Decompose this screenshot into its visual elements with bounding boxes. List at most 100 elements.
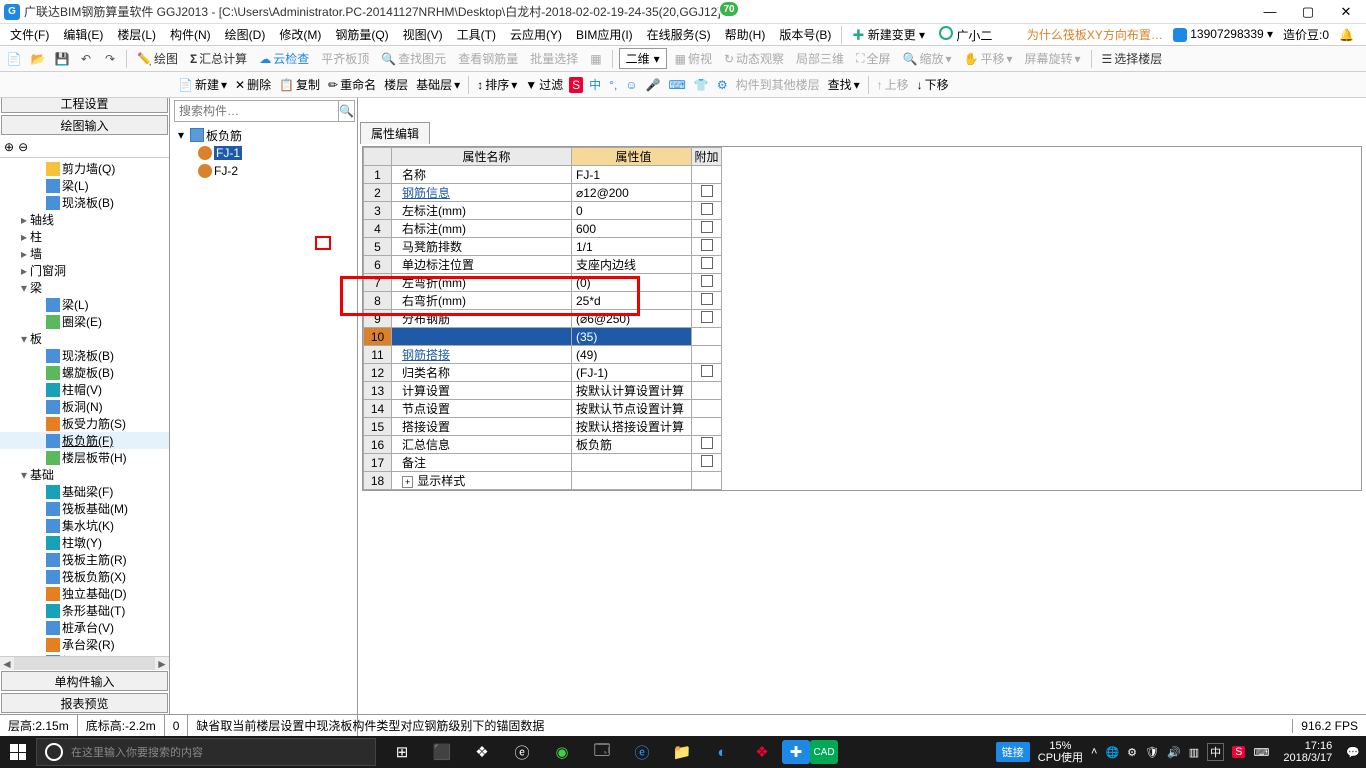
ime-smiley-icon[interactable]: ☺ xyxy=(623,78,639,92)
prop-value[interactable]: (35) xyxy=(572,328,692,346)
prop-add-checkbox[interactable] xyxy=(692,472,722,490)
prop-name[interactable]: 钢筋锚固 xyxy=(392,328,572,346)
view-rebar-button[interactable]: 查看钢筋量 xyxy=(454,48,522,69)
menu-rebar[interactable]: 钢筋量(Q) xyxy=(329,24,394,45)
tab-single-input[interactable]: 单构件输入 xyxy=(1,671,168,691)
tab-report-preview[interactable]: 报表预览 xyxy=(1,693,168,713)
app-icon-1[interactable]: ⬛ xyxy=(422,736,462,768)
prop-name[interactable]: 右标注(mm) xyxy=(392,220,572,238)
prop-row[interactable]: 15搭接设置按默认搭接设置计算 xyxy=(364,418,722,436)
expand-icon[interactable]: ▸ xyxy=(18,213,30,227)
app-icon-2[interactable]: ❖ xyxy=(462,736,502,768)
fullscreen-button[interactable]: ⛶全屏 xyxy=(852,48,894,69)
expand-all-icon[interactable]: ⊕ xyxy=(4,140,14,154)
menu-file[interactable]: 文件(F) xyxy=(4,24,55,45)
nav-tree-row[interactable]: 承台梁(R) xyxy=(0,636,169,653)
expand-icon[interactable]: ▸ xyxy=(18,247,30,261)
ime-keyboard-icon[interactable]: ⌨ xyxy=(667,78,688,92)
tray-icon-3[interactable]: 🛡 xyxy=(1145,746,1159,759)
prop-name[interactable]: 名称 xyxy=(392,166,572,184)
redo-icon[interactable]: ↷ xyxy=(100,49,120,69)
nav-tree-row[interactable]: 楼层板带(H) xyxy=(0,449,169,466)
orbit-button[interactable]: ↻动态观察 xyxy=(720,48,788,69)
open-icon[interactable]: 📂 xyxy=(28,49,48,69)
undo-icon[interactable]: ↶ xyxy=(76,49,96,69)
nav-tree-row[interactable]: 剪力墙(Q) xyxy=(0,160,169,177)
maximize-button[interactable]: ▢ xyxy=(1298,4,1318,20)
app-icon-7[interactable]: CAD xyxy=(810,740,838,764)
nav-tree-row[interactable]: 筏板基础(M) xyxy=(0,500,169,517)
extra-btn[interactable]: ▦ xyxy=(586,50,605,68)
ime-dot-icon[interactable]: °, xyxy=(607,78,619,92)
prop-add-checkbox[interactable] xyxy=(692,274,722,292)
nav-tree-row[interactable]: 条形基础(T) xyxy=(0,602,169,619)
find-button-r[interactable]: 查找 ▾ xyxy=(826,76,862,93)
local3d-button[interactable]: 局部三维 xyxy=(792,48,848,69)
prop-add-checkbox[interactable] xyxy=(692,364,722,382)
prop-value[interactable] xyxy=(572,454,692,472)
explorer-icon[interactable]: 📁 xyxy=(662,736,702,768)
tree-root-label[interactable]: 板负筋 xyxy=(206,127,242,144)
batch-select-button[interactable]: 批量选择 xyxy=(526,48,582,69)
menu-edit[interactable]: 编辑(E) xyxy=(57,24,109,45)
tray-up-icon[interactable]: ˄ xyxy=(1091,746,1097,758)
rotate-button[interactable]: 屏幕旋转 ▾ xyxy=(1020,48,1084,69)
tray-keyboard-icon[interactable]: ⌨ xyxy=(1253,746,1269,759)
guangxiaoer-button[interactable]: 广小二 xyxy=(933,24,998,46)
prop-row[interactable]: 16汇总信息板负筋 xyxy=(364,436,722,454)
zoom-button[interactable]: 🔍缩放 ▾ xyxy=(898,48,955,69)
menu-floor[interactable]: 楼层(L) xyxy=(111,24,162,45)
bell-icon[interactable]: 🔔 xyxy=(1339,28,1354,42)
taskbar-search[interactable]: 在这里输入你要搜索的内容 xyxy=(36,738,376,766)
prop-name[interactable]: 马凳筋排数 xyxy=(392,238,572,256)
tray-icon-5[interactable]: ▥ xyxy=(1189,746,1199,759)
tree-item-label[interactable]: FJ-2 xyxy=(214,164,238,178)
basic-floor-combo[interactable]: 基础层 ▾ xyxy=(414,76,462,93)
ime-mic-icon[interactable]: 🎤 xyxy=(644,78,663,92)
new-icon[interactable]: 📄 xyxy=(4,49,24,69)
nav-tree[interactable]: 剪力墙(Q)梁(L)现浇板(B)▸轴线▸柱▸墙▸门窗洞▾梁梁(L)圈梁(E)▾板… xyxy=(0,158,169,656)
prop-row[interactable]: 10钢筋锚固(35) xyxy=(364,328,722,346)
nav-tree-row[interactable]: 独立基础(D) xyxy=(0,585,169,602)
zhong-button[interactable]: 中 xyxy=(587,76,603,93)
pan-button[interactable]: ✋平移 ▾ xyxy=(959,48,1016,69)
minimize-button[interactable]: — xyxy=(1260,4,1280,20)
prop-row[interactable]: 5马凳筋排数1/1 xyxy=(364,238,722,256)
nav-tree-row[interactable]: 板受力筋(S) xyxy=(0,415,169,432)
search-button[interactable]: 🔍 xyxy=(338,101,354,121)
sigma-button[interactable]: Σ 汇总计算 xyxy=(186,48,251,69)
prop-row[interactable]: 11钢筋搭接(49) xyxy=(364,346,722,364)
prop-name[interactable]: 搭接设置 xyxy=(392,418,572,436)
prop-add-checkbox[interactable] xyxy=(692,256,722,274)
copy-button[interactable]: 📋复制 xyxy=(277,76,322,93)
prop-value[interactable]: 按默认计算设置计算 xyxy=(572,382,692,400)
prop-name[interactable]: 单边标注位置 xyxy=(392,256,572,274)
clock[interactable]: 17:16 2018/3/17 xyxy=(1277,740,1338,764)
component-tree[interactable]: ▾ 板负筋 FJ-1 FJ-2 xyxy=(172,124,357,736)
prop-value[interactable]: 600 xyxy=(572,220,692,238)
lianjie-badge[interactable]: 链接 xyxy=(996,742,1030,762)
nav-tree-row[interactable]: ▸轴线 xyxy=(0,211,169,228)
prop-value[interactable]: FJ-1 xyxy=(572,166,692,184)
prop-name[interactable]: 节点设置 xyxy=(392,400,572,418)
menu-help[interactable]: 帮助(H) xyxy=(719,24,772,45)
tray-volume-icon[interactable]: 🔊 xyxy=(1167,746,1181,759)
draw-button[interactable]: ✏️绘图 xyxy=(133,48,182,69)
prop-add-checkbox[interactable] xyxy=(692,238,722,256)
menu-modify[interactable]: 修改(M) xyxy=(273,24,327,45)
nav-tree-row[interactable]: 板负筋(F) xyxy=(0,432,169,449)
prop-row[interactable]: 2钢筋信息⌀12@200 xyxy=(364,184,722,202)
browser360-icon[interactable]: ◉ xyxy=(542,736,582,768)
prop-value[interactable]: 1/1 xyxy=(572,238,692,256)
nav-hscroll[interactable]: ◄► xyxy=(0,656,169,670)
prop-row[interactable]: 17备注 xyxy=(364,454,722,472)
prop-add-checkbox[interactable] xyxy=(692,454,722,472)
nav-tree-row[interactable]: 基础梁(F) xyxy=(0,483,169,500)
app-icon-3[interactable]: 🗔 xyxy=(582,736,622,768)
nav-tree-row[interactable]: 现浇板(B) xyxy=(0,347,169,364)
tab-draw-input[interactable]: 绘图输入 xyxy=(1,115,168,135)
delete-button[interactable]: ✕删除 xyxy=(233,76,273,93)
start-button[interactable] xyxy=(0,736,36,768)
edge-icon[interactable]: ⓔ xyxy=(502,736,542,768)
app-icon-6[interactable]: ✚ xyxy=(782,740,810,764)
